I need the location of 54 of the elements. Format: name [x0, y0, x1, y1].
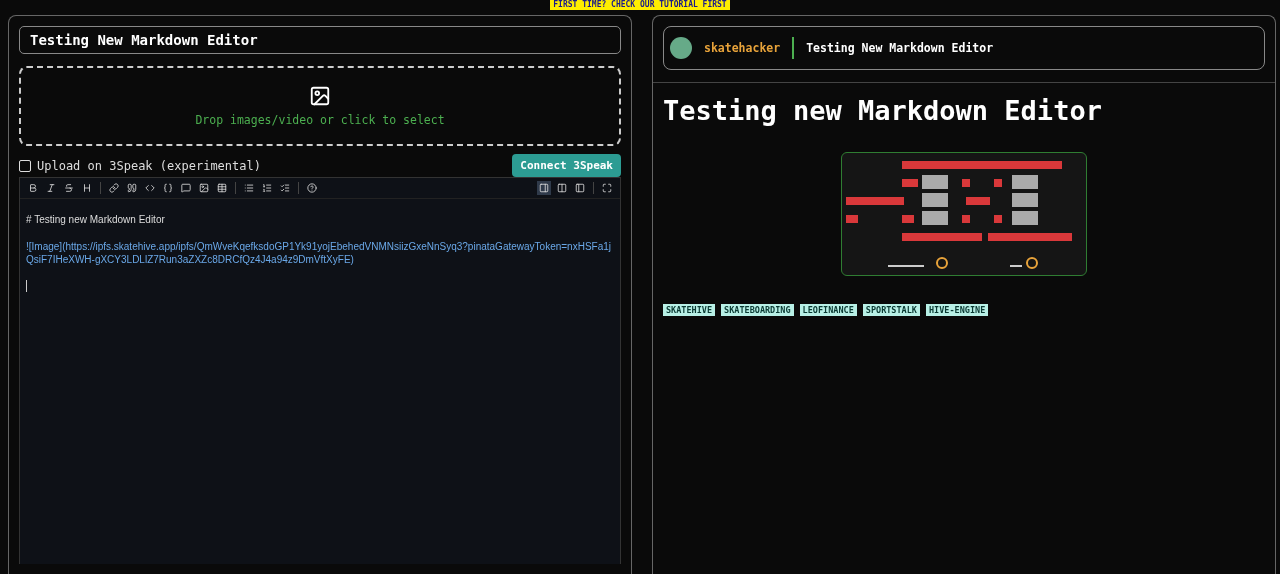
tag[interactable]: SKATEBOARDING: [721, 304, 794, 316]
image-markdown-text: ![Image](https://ipfs.skatehive.app/ipfs/QmWveKqefksdoGP1Yk91yojEbehedVNMNsiizGxeNnSyq3?pinataGatewayToken=nxHSFa1jQsiF7IHeXWH-gXCY3LDLlZ7Run3aZXZc8DRCfQz4J4a94z9DmVftXyFE): [26, 240, 612, 266]
code-icon: [145, 183, 155, 193]
preview-heading: Testing new Markdown Editor: [663, 95, 1103, 126]
numbered-list-icon: [262, 183, 272, 193]
help-icon: [307, 183, 317, 193]
italic-icon: [46, 183, 56, 193]
split-view-icon: [557, 183, 567, 193]
fullscreen-button[interactable]: [600, 181, 614, 195]
heading-icon: [82, 183, 92, 193]
quote-button[interactable]: [125, 181, 139, 195]
preview-mode-icon: [575, 183, 585, 193]
split-view-button[interactable]: [555, 181, 569, 195]
tag[interactable]: SPORTSTALK: [862, 304, 920, 316]
comment-icon: [181, 183, 191, 193]
post-title: Testing New Markdown Editor: [806, 41, 994, 55]
edit-mode-button[interactable]: [537, 181, 551, 195]
tag[interactable]: HIVE-ENGINE: [925, 304, 989, 316]
braces-icon: [163, 183, 173, 193]
edit-mode-icon: [539, 183, 549, 193]
text-cursor: [26, 280, 27, 292]
avatar: [670, 37, 692, 59]
author-name[interactable]: skatehacker: [704, 41, 781, 55]
numbered-list-button[interactable]: [260, 181, 274, 195]
bullet-list-icon: [244, 183, 254, 193]
bullet-list-button[interactable]: [242, 181, 256, 195]
strikethrough-button[interactable]: [62, 181, 76, 195]
comment-button[interactable]: [179, 181, 193, 195]
link-button[interactable]: [107, 181, 121, 195]
link-icon: [109, 183, 119, 193]
bold-icon: [28, 183, 38, 193]
heading-markdown-text: # Testing new Markdown Editor: [26, 213, 166, 226]
italic-button[interactable]: [44, 181, 58, 195]
checklist-icon: [280, 183, 290, 193]
media-dropzone[interactable]: Drop images/video or click to select: [19, 66, 621, 146]
quote-icon: [127, 183, 137, 193]
image-icon: [199, 183, 209, 193]
tutorial-banner[interactable]: FIRST TIME? CHECK OUR TUTORIAL FIRST: [550, 0, 730, 10]
checkbox[interactable]: [19, 159, 31, 172]
title-input[interactable]: Testing New Markdown Editor: [19, 26, 621, 54]
table-button[interactable]: [215, 181, 229, 195]
fullscreen-icon: [602, 183, 612, 193]
braces-button[interactable]: [161, 181, 175, 195]
checklist-button[interactable]: [278, 181, 292, 195]
help-button[interactable]: [305, 181, 319, 195]
checkbox-label: Upload on 3Speak (experimental): [37, 158, 261, 173]
dropzone-text: Drop images/video or click to select: [195, 113, 445, 127]
strikethrough-icon: [64, 183, 74, 193]
preview-mode-button[interactable]: [573, 181, 587, 195]
table-icon: [217, 183, 227, 193]
tag[interactable]: LEOFINANCE: [799, 304, 857, 316]
image-button[interactable]: [197, 181, 211, 195]
image-icon: [309, 85, 331, 107]
tag[interactable]: SKATEHIVE: [663, 304, 716, 316]
